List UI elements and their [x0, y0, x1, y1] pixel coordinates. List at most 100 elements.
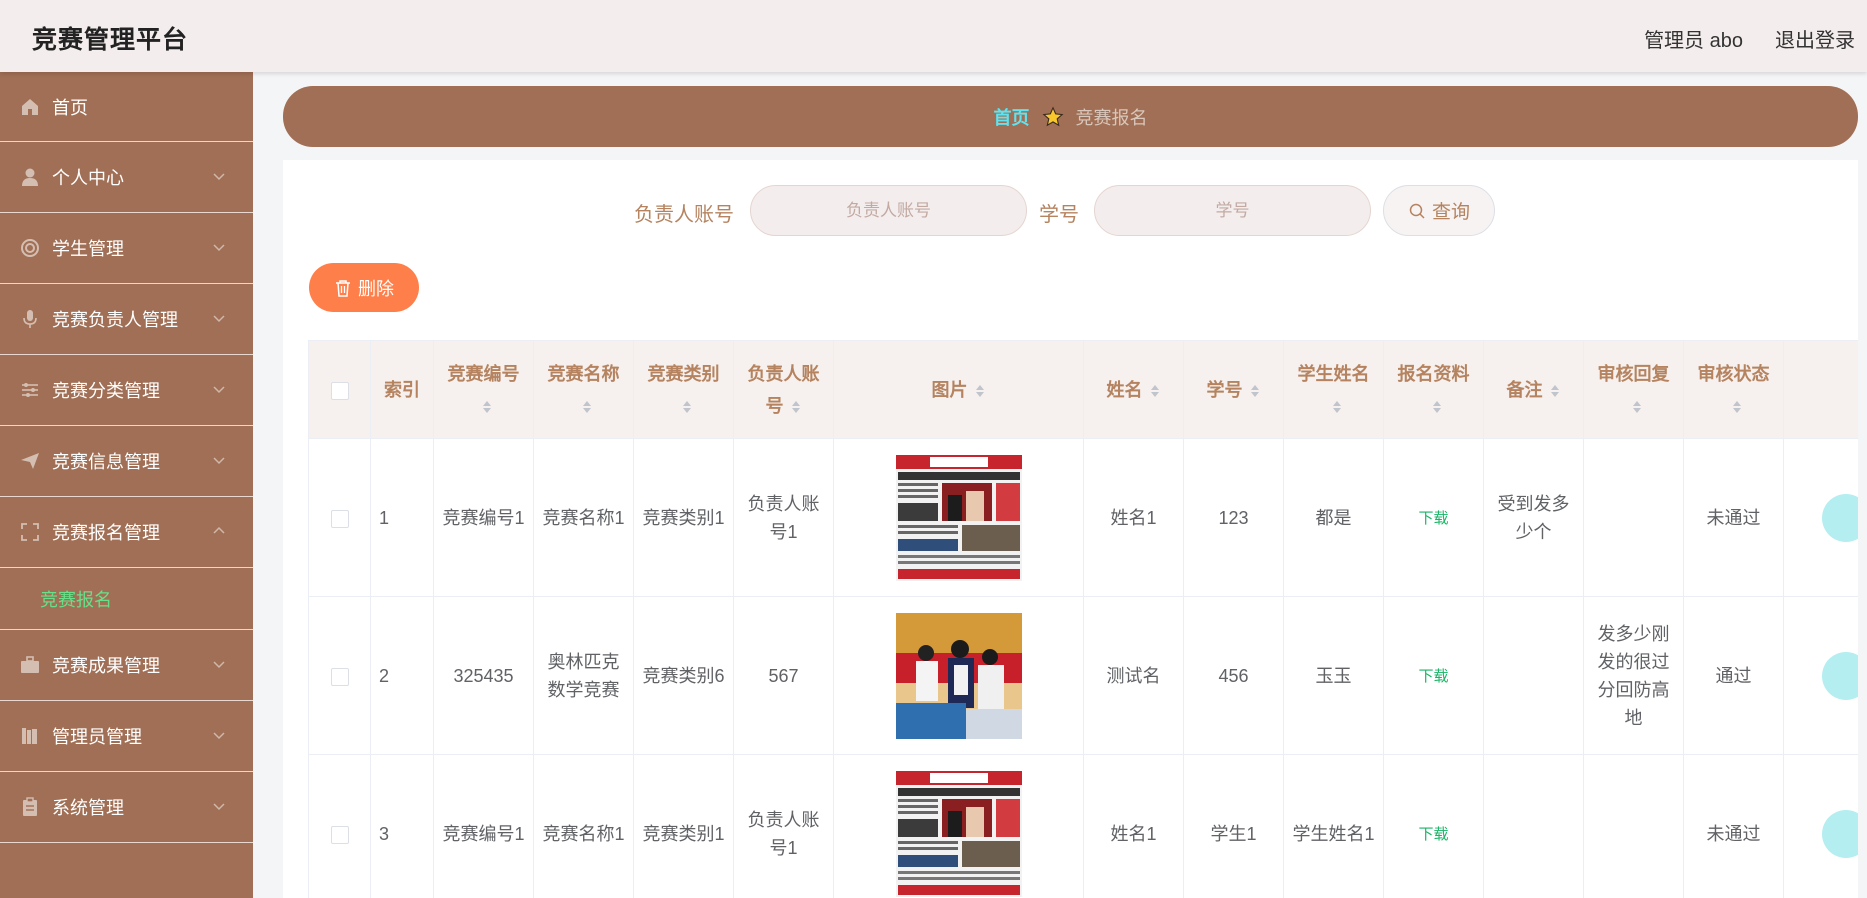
- sidebar-item-results[interactable]: 竞赛成果管理: [0, 630, 253, 701]
- sidebar-item-leaders[interactable]: 竞赛负责人管理: [0, 284, 253, 355]
- download-link[interactable]: 下载: [1418, 668, 1448, 685]
- cell-image: [833, 438, 1084, 597]
- cell-actions: [1783, 438, 1858, 597]
- cell-student-no: 123: [1183, 438, 1284, 597]
- breadcrumb-home[interactable]: 首页: [994, 104, 1030, 130]
- select-all-cell: [308, 340, 371, 439]
- sidebar-item-profile[interactable]: 个人中心: [0, 142, 253, 213]
- cell-account: 567: [733, 596, 834, 755]
- column-header-status[interactable]: 审核状态: [1683, 340, 1784, 439]
- cell-actions: [1783, 754, 1858, 898]
- row-select-cell: [308, 754, 371, 898]
- sidebar-item-label: 个人中心: [52, 168, 124, 188]
- sidebar-item-label: 竞赛报名管理: [52, 523, 160, 543]
- sort-icon[interactable]: [1331, 399, 1343, 415]
- sidebar-item-system[interactable]: 系统管理: [0, 772, 253, 843]
- trash-icon: [336, 279, 350, 297]
- breadcrumb-current: 竞赛报名: [1075, 107, 1148, 128]
- row-select-cell: [308, 438, 371, 597]
- column-header-image[interactable]: 图片: [833, 340, 1084, 439]
- account-search-input[interactable]: [750, 185, 1027, 236]
- chevron-down-icon: [213, 386, 225, 394]
- sidebar-item-home[interactable]: 首页: [0, 72, 253, 142]
- row-checkbox[interactable]: [330, 667, 349, 686]
- cell-remark: [1483, 754, 1584, 898]
- students-photo-image[interactable]: [895, 612, 1022, 739]
- sidebar-item-info[interactable]: 竞赛信息管理: [0, 426, 253, 497]
- select-all-checkbox[interactable]: [330, 381, 349, 400]
- newspaper-image[interactable]: [895, 770, 1022, 897]
- cell-student-name: 都是: [1283, 438, 1384, 597]
- logout-link[interactable]: 退出登录: [1775, 24, 1855, 53]
- sort-icon[interactable]: [1249, 383, 1261, 399]
- column-header-reply[interactable]: 审核回复: [1583, 340, 1684, 439]
- sort-icon[interactable]: [681, 399, 693, 415]
- column-header-account[interactable]: 负责人账号: [733, 340, 834, 439]
- sidebar-item-registration[interactable]: 竞赛报名管理: [0, 497, 253, 568]
- column-header-name[interactable]: 竞赛名称: [533, 340, 634, 439]
- sidebar-item-label: 系统管理: [52, 798, 124, 818]
- newspaper-image[interactable]: [895, 454, 1022, 581]
- table-row: 1 竞赛编号1 竞赛名称1 竞赛类别1 负责人账号1 姓名1 123 都是 下载…: [308, 438, 1858, 597]
- sort-icon[interactable]: [790, 399, 802, 415]
- sort-icon[interactable]: [481, 399, 493, 415]
- registration-table: 索引 竞赛编号 竞赛名称 竞赛类别 负责人账号 图片 姓名 学号 学生姓名 报名…: [308, 340, 1858, 898]
- student-no-search-input[interactable]: [1094, 185, 1371, 236]
- cell-real-name: 姓名1: [1083, 438, 1184, 597]
- cell-name: 竞赛名称1: [533, 438, 634, 597]
- sort-icon[interactable]: [1431, 399, 1443, 415]
- sort-icon[interactable]: [581, 399, 593, 415]
- sort-icon[interactable]: [974, 383, 986, 399]
- cell-code: 竞赛编号1: [433, 754, 534, 898]
- row-checkbox[interactable]: [330, 825, 349, 844]
- column-header-index: 索引: [370, 340, 434, 439]
- query-button[interactable]: 查询: [1383, 185, 1495, 236]
- action-button[interactable]: [1822, 651, 1858, 700]
- cell-status: 未通过: [1683, 754, 1784, 898]
- column-header-file[interactable]: 报名资料: [1383, 340, 1484, 439]
- sort-icon[interactable]: [1549, 383, 1561, 399]
- cell-remark: [1483, 596, 1584, 755]
- sidebar-item-label: 学生管理: [52, 239, 124, 259]
- cell-student-name: 学生姓名1: [1283, 754, 1384, 898]
- home-icon: [20, 97, 40, 117]
- sidebar-subitem-registration[interactable]: 竞赛报名: [0, 568, 253, 630]
- top-bar: 竞赛管理平台 管理员 abo 退出登录: [0, 0, 1867, 72]
- table-header-row: 索引 竞赛编号 竞赛名称 竞赛类别 负责人账号 图片 姓名 学号 学生姓名 报名…: [308, 340, 1858, 439]
- row-checkbox[interactable]: [330, 509, 349, 528]
- cell-file: 下载: [1383, 438, 1484, 597]
- cell-image: [833, 754, 1084, 898]
- cell-student-name: 玉玉: [1283, 596, 1384, 755]
- download-link[interactable]: 下载: [1418, 826, 1448, 843]
- chevron-down-icon: [213, 803, 225, 811]
- sidebar-item-admins[interactable]: 管理员管理: [0, 701, 253, 772]
- cell-index: 3: [370, 754, 434, 898]
- cell-account: 负责人账号1: [733, 754, 834, 898]
- sidebar-item-label: 竞赛负责人管理: [52, 310, 178, 330]
- column-header-remark[interactable]: 备注: [1483, 340, 1584, 439]
- action-button[interactable]: [1822, 809, 1858, 858]
- delete-button[interactable]: 删除: [309, 263, 419, 312]
- table-row: 3 竞赛编号1 竞赛名称1 竞赛类别1 负责人账号1 姓名1 学生1 学生姓名1…: [308, 754, 1858, 898]
- column-header-student-no[interactable]: 学号: [1183, 340, 1284, 439]
- column-header-real-name[interactable]: 姓名: [1083, 340, 1184, 439]
- sort-icon[interactable]: [1631, 399, 1643, 415]
- sidebar-item-categories[interactable]: 竞赛分类管理: [0, 355, 253, 426]
- column-header-student-name[interactable]: 学生姓名: [1283, 340, 1384, 439]
- sort-icon[interactable]: [1731, 399, 1743, 415]
- sort-icon[interactable]: [1149, 383, 1161, 399]
- chevron-down-icon: [213, 315, 225, 323]
- cell-status: 通过: [1683, 596, 1784, 755]
- cell-remark: 受到发多少个: [1483, 438, 1584, 597]
- sidebar-item-students[interactable]: 学生管理: [0, 213, 253, 284]
- action-button[interactable]: [1822, 493, 1858, 542]
- download-link[interactable]: 下载: [1418, 510, 1448, 527]
- column-header-code[interactable]: 竞赛编号: [433, 340, 534, 439]
- column-header-category[interactable]: 竞赛类别: [633, 340, 734, 439]
- cell-name: 奥林匹克数学竞赛: [533, 596, 634, 755]
- chevron-down-icon: [213, 173, 225, 181]
- cell-actions: [1783, 596, 1858, 755]
- chevron-down-icon: [213, 457, 225, 465]
- cell-category: 竞赛类别1: [633, 754, 734, 898]
- cell-status: 未通过: [1683, 438, 1784, 597]
